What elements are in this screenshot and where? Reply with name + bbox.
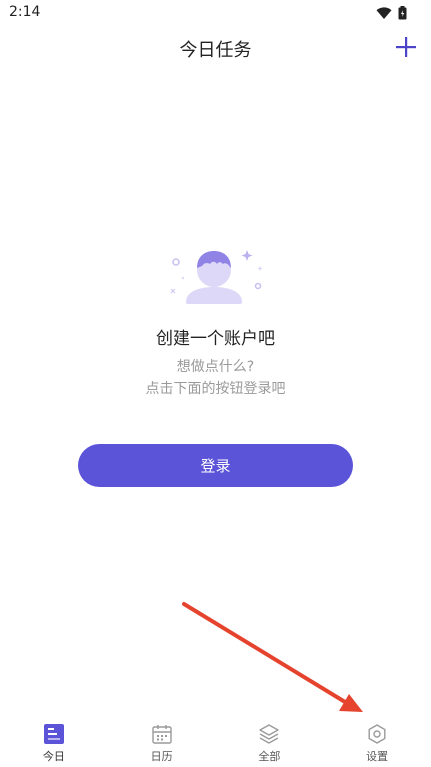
nav-item-calendar[interactable]: 日历 [108,718,216,767]
status-time: 2:14 [9,4,41,20]
empty-state-subtitle-line1: 想做点什么? [176,359,255,375]
status-bar: 2:14 [0,0,431,26]
nav-label-all: 全部 [258,750,281,763]
app-header: 今日任务 [0,26,431,70]
login-button[interactable]: 登录 [78,444,353,487]
calendar-icon [151,725,172,744]
page-title: 今日任务 [179,40,252,61]
empty-state-title: 创建一个账户吧 [156,329,275,349]
status-icons [376,5,407,24]
nav-item-all[interactable]: 全部 [216,718,324,767]
screen: 2:14 今日任务 创建一个账户吧 想做点什么? 点击下面的按钮登录吧 登录 今… [0,0,431,767]
nav-label-calendar: 日历 [150,750,173,763]
login-button-label: 登录 [200,457,231,475]
user-avatar-illustration [160,240,272,312]
add-task-button[interactable] [395,36,417,58]
nav-label-settings: 设置 [366,750,389,763]
empty-state-subtitle-line2: 点击下面的按钮登录吧 [145,381,286,397]
nav-item-today[interactable]: 今日 [0,718,108,767]
nav-label-today: 今日 [42,750,65,763]
nav-item-settings[interactable]: 设置 [323,718,431,767]
battery-icon [398,5,407,24]
bottom-nav: 今日 日历 全部 设置 [0,718,431,767]
today-icon [43,724,64,744]
wifi-icon [376,5,392,24]
settings-icon [368,724,386,744]
layers-icon [259,724,280,744]
plus-icon [396,37,416,57]
